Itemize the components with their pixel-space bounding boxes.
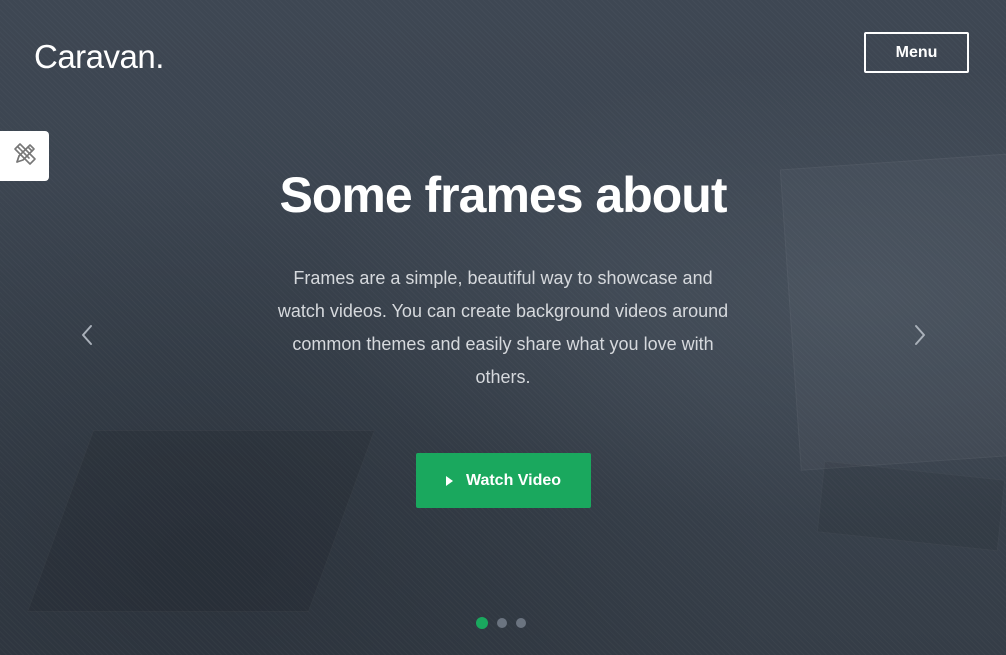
previous-slide-button[interactable] xyxy=(72,322,102,352)
hero-headline: Some frames about xyxy=(279,167,727,223)
chevron-right-icon xyxy=(913,324,927,351)
slide-dot-3[interactable] xyxy=(516,618,526,628)
background-tag-shape xyxy=(816,460,1006,552)
watch-video-button[interactable]: Watch Video xyxy=(416,453,591,508)
play-icon xyxy=(445,475,453,486)
hero-description: Frames are a simple, beautiful way to sh… xyxy=(277,268,729,387)
slide-dot-2[interactable] xyxy=(497,618,507,628)
chevron-left-icon xyxy=(80,324,94,351)
design-tools-icon xyxy=(11,140,39,173)
slider-pagination xyxy=(476,617,526,629)
next-slide-button[interactable] xyxy=(905,322,935,352)
background-laptop-shape xyxy=(779,151,1006,471)
menu-button[interactable]: Menu xyxy=(864,32,969,73)
watch-video-label: Watch Video xyxy=(465,471,562,489)
hero-section: Caravan. Menu Some frames about Frames a… xyxy=(0,0,1006,655)
design-tools-tab[interactable] xyxy=(0,131,49,181)
site-logo[interactable]: Caravan. xyxy=(34,38,164,76)
slide-dot-1[interactable] xyxy=(476,617,488,629)
background-book-shape xyxy=(26,430,376,612)
